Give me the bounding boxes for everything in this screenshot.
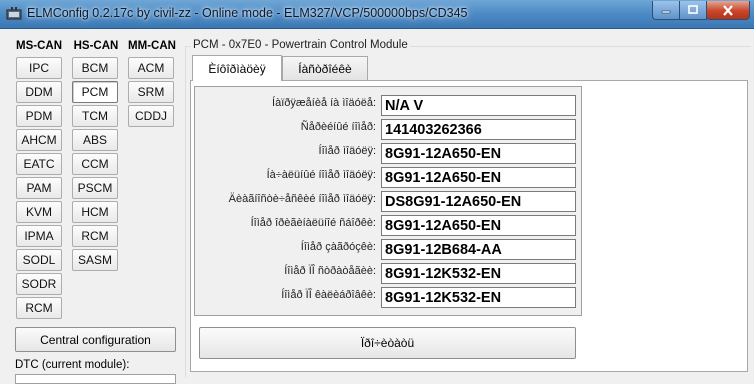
field-label-boot-number: Íîìåð çàãðóçêè:	[300, 241, 376, 253]
close-button[interactable]	[706, 1, 750, 20]
module-button-kvm[interactable]: KVM	[16, 201, 62, 223]
module-button-ipma[interactable]: IPMA	[16, 225, 62, 247]
module-button-rcm-hs[interactable]: RCM	[72, 225, 118, 247]
field-label-calibration: Íîìåð ÏÎ êàëèáðîâêè:	[281, 289, 376, 301]
tab-settings[interactable]: Íàñòðîéêè	[282, 56, 368, 80]
module-button-sasm[interactable]: SASM	[72, 249, 118, 271]
mm-can-header: MM-CAN	[128, 40, 176, 52]
module-button-pscm[interactable]: PSCM	[72, 177, 118, 199]
field-value-initial-number: 8G91-12A650-EN	[381, 167, 576, 188]
module-button-tcm[interactable]: TCM	[72, 105, 118, 127]
read-button[interactable]: Ïðî÷èòàòü	[199, 327, 576, 359]
field-value-serial: 141403262366	[381, 119, 576, 140]
module-button-srm[interactable]: SRM	[128, 81, 174, 103]
field-label-strategy: Íîìåð ÏÎ ñòðàòåãèè:	[284, 265, 376, 277]
module-button-eatc[interactable]: EATC	[16, 153, 62, 175]
module-button-ddm[interactable]: DDM	[16, 81, 62, 103]
dtc-label: DTC (current module):	[15, 359, 130, 371]
hs-can-header: HS-CAN	[73, 40, 119, 52]
close-icon	[723, 4, 733, 16]
module-button-hcm[interactable]: HCM	[72, 201, 118, 223]
module-caption: PCM - 0x7E0 - Powertrain Control Module	[191, 39, 410, 51]
module-button-bcm[interactable]: BCM	[72, 57, 118, 79]
field-value-calibration: 8G91-12K532-EN	[381, 287, 576, 308]
window-title: ELMConfig 0.2.17c by civil-zz - Online m…	[27, 6, 468, 20]
field-label-initial-number: Íà÷àëüíûé íîìåð ìîäóëÿ:	[266, 169, 376, 181]
field-value-strategy: 8G91-12K532-EN	[381, 263, 576, 284]
field-value-module-number: 8G91-12A650-EN	[381, 143, 576, 164]
module-button-pcm[interactable]: PCM	[72, 81, 118, 103]
field-label-serial: Ñåðèéíûé íîìåð:	[300, 121, 376, 133]
field-label-original-assembly: Íîìåð îðèãèíàëüíîé ñáîðêè:	[250, 217, 376, 229]
module-button-acm[interactable]: ACM	[128, 57, 174, 79]
module-button-sodr[interactable]: SODR	[16, 273, 62, 295]
module-button-ccm[interactable]: CCM	[72, 153, 118, 175]
maximize-icon	[688, 5, 698, 14]
module-button-pam[interactable]: PAM	[16, 177, 62, 199]
maximize-button[interactable]	[679, 1, 707, 20]
dtc-list[interactable]	[15, 374, 176, 384]
module-button-pdm[interactable]: PDM	[16, 105, 62, 127]
field-value-voltage: N/A V	[381, 95, 576, 116]
field-value-diagnostic-number: DS8G91-12A650-EN	[381, 191, 576, 212]
title-bar: ELMConfig 0.2.17c by civil-zz - Online m…	[0, 0, 754, 29]
module-button-cddj[interactable]: CDDJ	[128, 105, 174, 127]
minimize-icon	[661, 10, 671, 14]
ms-can-header: MS-CAN	[16, 40, 62, 52]
field-value-boot-number: 8G91-12B684-AA	[381, 239, 576, 260]
module-button-rcm-ms[interactable]: RCM	[16, 297, 62, 319]
field-label-module-number: Íîìåð ìîäóëÿ:	[318, 145, 376, 157]
module-button-sodl[interactable]: SODL	[16, 249, 62, 271]
field-label-voltage: Íàïðÿæåíèå íà ìîäóëå:	[272, 97, 376, 109]
central-configuration-button[interactable]: Central configuration	[15, 327, 176, 352]
field-label-diagnostic-number: Äèàãíîñòè÷åñêèé íîìåð ìîäóëÿ:	[228, 193, 376, 205]
module-button-ahcm[interactable]: AHCM	[16, 129, 62, 151]
field-value-original-assembly: 8G91-12A650-EN	[381, 215, 576, 236]
app-icon	[6, 7, 22, 20]
tab-information[interactable]: Èíôîðìàöèÿ	[192, 55, 282, 81]
module-button-abs[interactable]: ABS	[72, 129, 118, 151]
module-button-ipc[interactable]: IPC	[16, 57, 62, 79]
minimize-button[interactable]	[652, 1, 680, 20]
